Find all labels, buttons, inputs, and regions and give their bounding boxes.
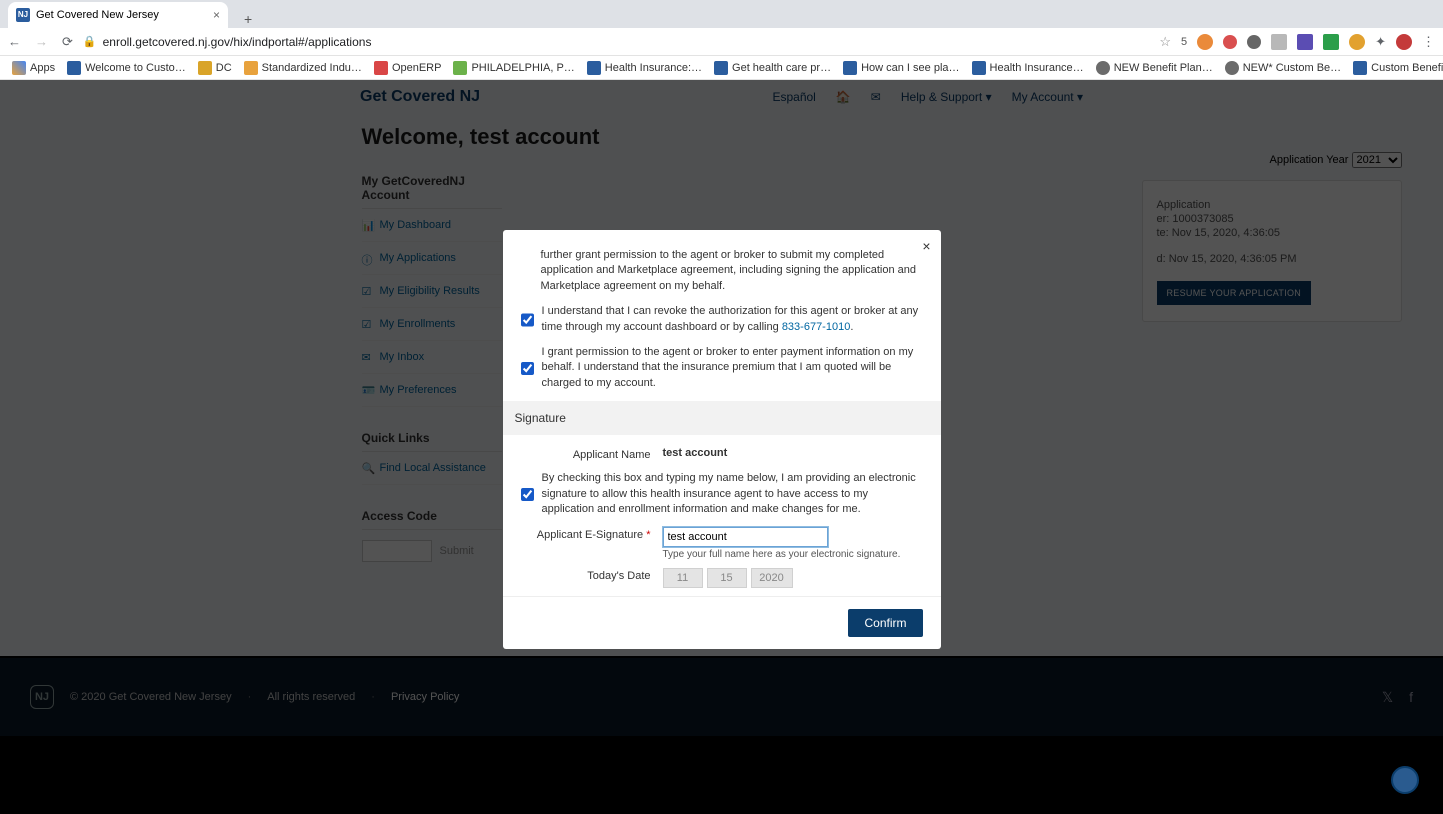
esignature-hint: Type your full name here as your electro… <box>663 549 901 560</box>
phone-link[interactable]: 833-677-1010 <box>782 321 851 333</box>
close-icon[interactable]: × <box>213 8 220 22</box>
toolbar-right: ☆ 5 ✦ ⋮ <box>1159 34 1435 50</box>
esignature-consent-checkbox[interactable] <box>521 472 534 517</box>
extension-icon[interactable] <box>1223 35 1237 49</box>
extension-icon[interactable] <box>1349 34 1365 50</box>
lock-icon: 🔒 <box>83 35 97 48</box>
payment-consent-text: I grant permission to the agent or broke… <box>542 345 923 391</box>
bookmark-item[interactable]: NEW* Custom Be… <box>1221 59 1345 77</box>
browser-tab[interactable]: NJ Get Covered New Jersey × <box>8 2 228 28</box>
esignature-input[interactable] <box>663 527 828 547</box>
bookmark-item[interactable]: DC <box>194 59 236 77</box>
authorization-modal: × further grant permission to the agent … <box>503 230 941 649</box>
bookmark-item[interactable]: How can I see pla… <box>839 59 963 77</box>
extensions-icon[interactable]: ✦ <box>1375 34 1386 50</box>
esignature-label: Applicant E-Signature <box>521 527 651 541</box>
extension-icon[interactable] <box>1323 34 1339 50</box>
applicant-name-value: test account <box>663 447 728 459</box>
bookmark-item[interactable]: PHILADELPHIA, P… <box>449 59 578 77</box>
omnibox-badge: 5 <box>1181 36 1187 48</box>
bookmark-item[interactable]: Get health care pr… <box>710 59 835 77</box>
menu-icon[interactable]: ⋮ <box>1422 34 1435 50</box>
chat-bubble-icon[interactable] <box>1391 766 1419 794</box>
new-tab-button[interactable]: + <box>238 10 258 28</box>
forward-icon[interactable]: → <box>35 34 48 49</box>
extension-icon[interactable] <box>1297 34 1313 50</box>
esignature-consent-text: By checking this box and typing my name … <box>542 471 923 517</box>
payment-consent-checkbox[interactable] <box>521 346 534 391</box>
consent-text-continued: further grant permission to the agent or… <box>541 248 923 294</box>
browser-toolbar: ← → ⟳ 🔒 enroll.getcovered.nj.gov/hix/ind… <box>0 28 1443 56</box>
extension-icon[interactable] <box>1197 34 1213 50</box>
bookmarks-bar: Apps Welcome to Custo… DC Standardized I… <box>0 56 1443 80</box>
applicant-name-label: Applicant Name <box>521 447 651 461</box>
star-icon[interactable]: ☆ <box>1159 34 1171 50</box>
tab-title: Get Covered New Jersey <box>36 9 159 21</box>
bookmark-item[interactable]: Health Insurance:… <box>583 59 706 77</box>
date-day <box>707 568 747 588</box>
revoke-consent-checkbox[interactable] <box>521 305 534 335</box>
bookmark-item[interactable]: Custom Benefit Pl… <box>1349 59 1443 77</box>
date-year <box>751 568 793 588</box>
tab-favicon: NJ <box>16 8 30 22</box>
confirm-button[interactable]: Confirm <box>848 609 922 637</box>
signature-heading: Signature <box>503 401 941 435</box>
address-bar[interactable]: 🔒 enroll.getcovered.nj.gov/hix/indportal… <box>83 35 1149 49</box>
browser-tab-bar: NJ Get Covered New Jersey × + <box>0 0 1443 28</box>
bookmark-item[interactable]: OpenERP <box>370 59 446 77</box>
bookmark-item[interactable]: Standardized Indu… <box>240 59 366 77</box>
apps-shortcut[interactable]: Apps <box>8 59 59 77</box>
back-icon[interactable]: ← <box>8 34 21 49</box>
bookmark-item[interactable]: Welcome to Custo… <box>63 59 190 77</box>
extension-icon[interactable] <box>1271 34 1287 50</box>
todays-date-label: Today's Date <box>521 568 651 582</box>
extension-icon[interactable] <box>1396 34 1412 50</box>
close-icon[interactable]: × <box>922 238 930 254</box>
revoke-consent-text: I understand that I can revoke the autho… <box>542 304 923 335</box>
bookmark-item[interactable]: NEW Benefit Plan… <box>1092 59 1217 77</box>
bookmark-item[interactable]: Health Insurance… <box>968 59 1088 77</box>
date-month <box>663 568 703 588</box>
url-text: enroll.getcovered.nj.gov/hix/indportal#/… <box>103 35 372 49</box>
refresh-icon[interactable]: ⟳ <box>62 34 73 50</box>
extension-icon[interactable] <box>1247 35 1261 49</box>
